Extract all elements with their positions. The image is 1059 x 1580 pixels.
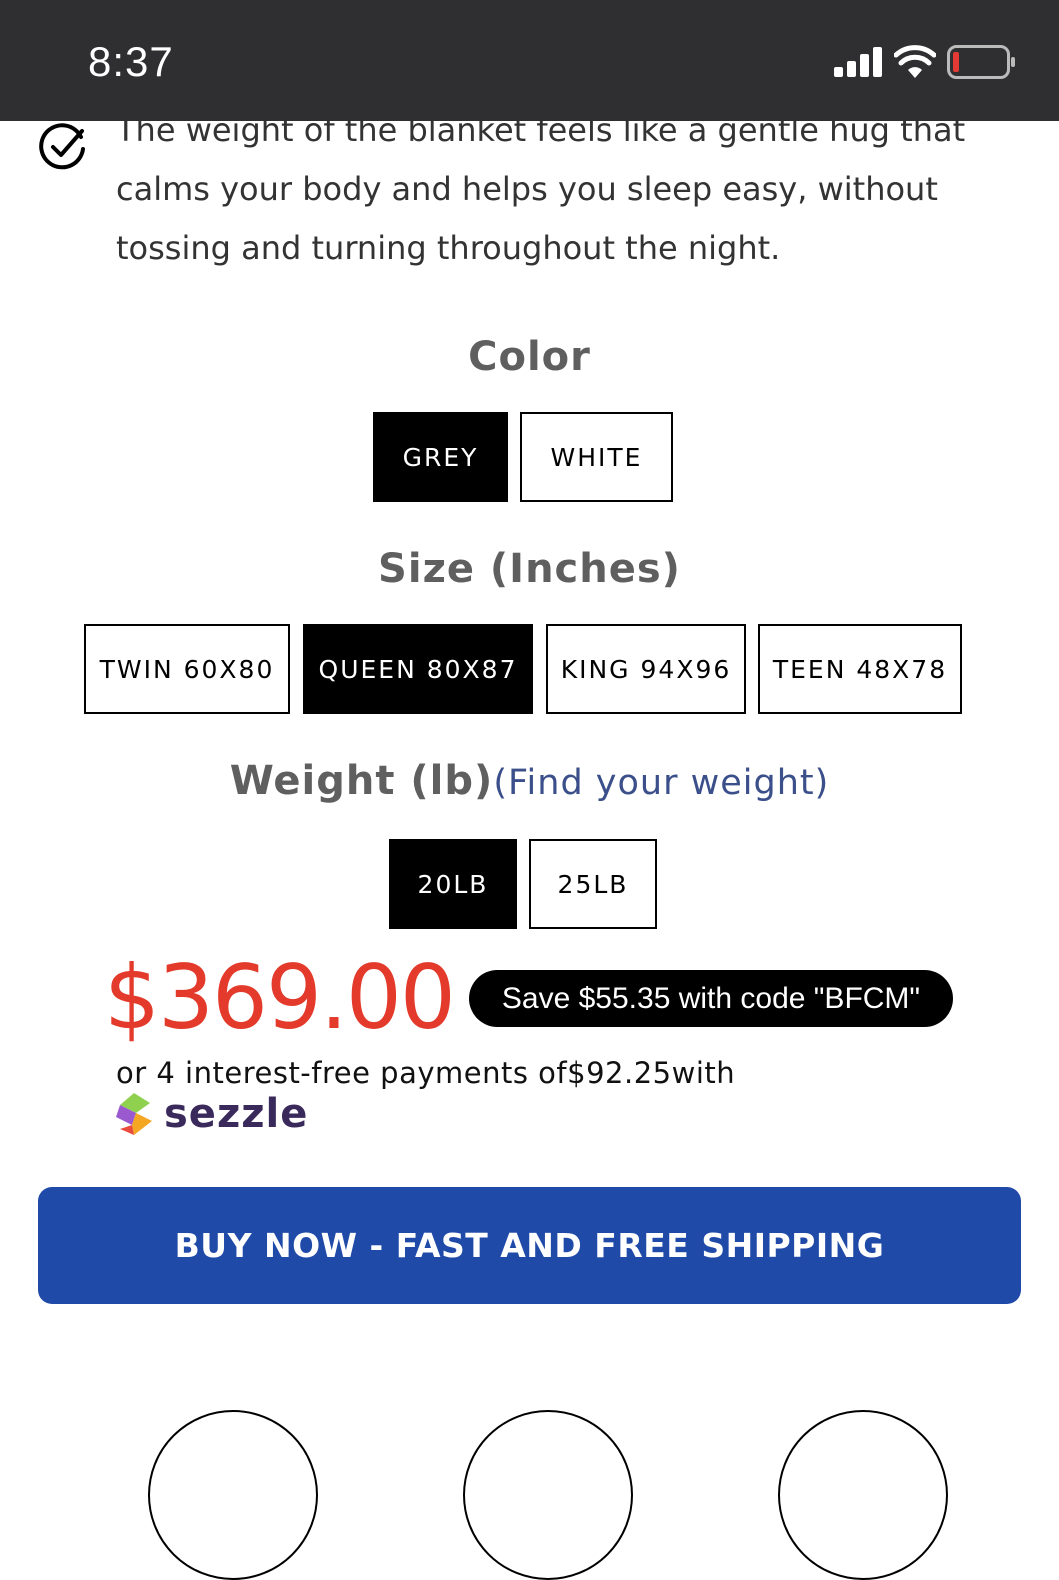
- find-your-weight-link[interactable]: (Find your weight): [493, 763, 829, 803]
- promo-badge: Save $55.35 with code "BFCM": [469, 970, 953, 1027]
- cellular-signal-icon: [834, 47, 882, 77]
- weight-title-row: Weight (lb)(Find your weight): [0, 758, 1059, 804]
- size-option-twin[interactable]: TWIN 60X80: [84, 624, 290, 714]
- feature-circle-1: [148, 1410, 318, 1580]
- battery-low-icon: [947, 45, 1015, 79]
- buy-now-button[interactable]: BUY NOW - FAST AND FREE SHIPPING: [38, 1187, 1021, 1304]
- status-time: 8:37: [88, 38, 174, 85]
- weight-option-20lb[interactable]: 20LB: [389, 839, 517, 929]
- color-option-white[interactable]: WHITE: [520, 412, 673, 502]
- weight-title: Weight (lb): [229, 758, 494, 804]
- size-option-king[interactable]: KING 94X96: [546, 624, 746, 714]
- feature-bullet: The weight of the blanket feels like a g…: [0, 105, 1059, 275]
- sezzle-wordmark: sezzle: [164, 1091, 309, 1137]
- check-circle-icon: [39, 123, 85, 170]
- size-option-queen[interactable]: QUEEN 80X87: [303, 624, 533, 714]
- sezzle-logo[interactable]: sezzle: [114, 1090, 308, 1138]
- weight-option-25lb[interactable]: 25LB: [529, 839, 657, 929]
- size-option-teen[interactable]: TEEN 48X78: [758, 624, 962, 714]
- feature-circle-3: [778, 1410, 948, 1580]
- size-title: Size (Inches): [378, 546, 681, 592]
- price: $369.00: [104, 946, 456, 1049]
- wifi-icon: [894, 45, 936, 78]
- sezzle-icon: [116, 1093, 152, 1135]
- installments-text: or 4 interest-free payments of$92.25with: [116, 1056, 736, 1090]
- feature-text: The weight of the blanket feels like a g…: [116, 111, 966, 267]
- feature-circle-2: [463, 1410, 633, 1580]
- color-option-grey[interactable]: GREY: [373, 412, 508, 502]
- status-bar: 8:37: [0, 0, 1059, 121]
- color-title: Color: [468, 334, 591, 380]
